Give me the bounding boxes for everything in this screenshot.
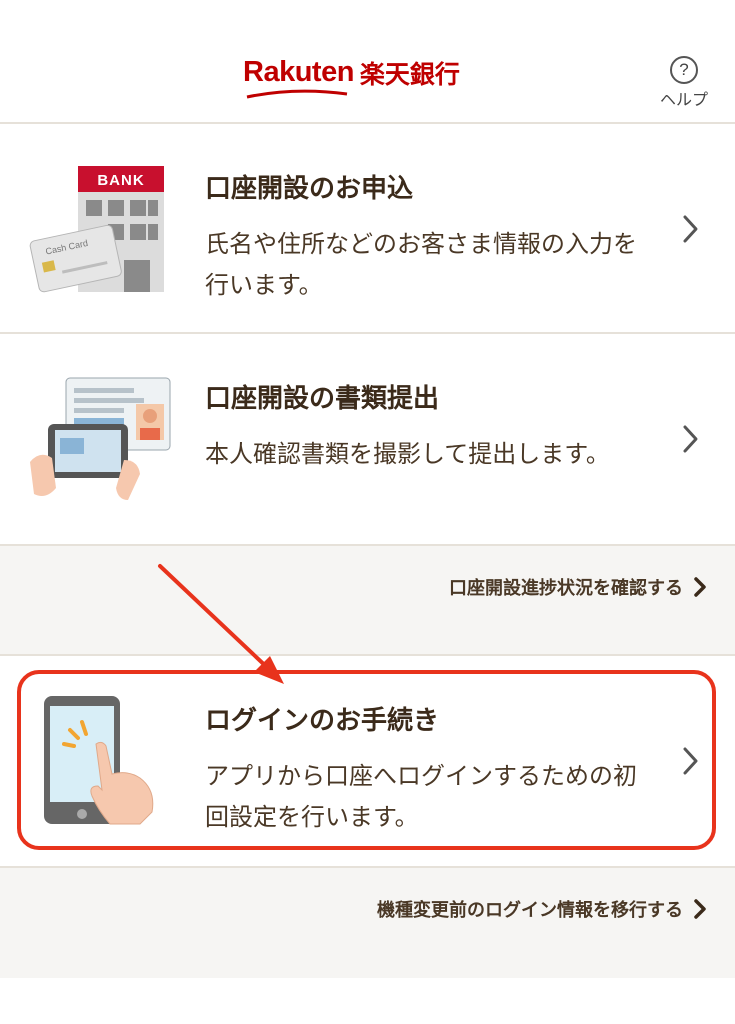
progress-status-link[interactable]: 口座開設進捗状況を確認する: [449, 574, 707, 600]
progress-link-text: 口座開設進捗状況を確認する: [449, 578, 683, 599]
logo-bank-name: 楽天銀行: [359, 60, 460, 89]
chevron-right-icon: [683, 425, 698, 453]
help-label: ヘルプ: [659, 90, 708, 109]
help-button[interactable]: ? ヘルプ: [652, 56, 716, 110]
logo-swoosh-icon: [246, 89, 348, 99]
card-description: 本人確認書類を撮影して提出します。: [205, 440, 610, 468]
transfer-login-info-link[interactable]: 機種変更前のログイン情報を移行する: [377, 896, 707, 922]
id-card-photo-icon: [30, 377, 171, 500]
bank-building-icon: BANK Cash Card: [29, 166, 164, 293]
card-description: 氏名や住所などのお客さま情報の入力を行います。: [205, 230, 637, 299]
account-application-card[interactable]: BANK Cash Card 口座開設のお申込 氏名や住所などのお客さま情報の入…: [0, 124, 735, 334]
chevron-right-icon: [694, 577, 706, 597]
help-icon: ?: [670, 56, 698, 84]
transfer-link-text: 機種変更前のログイン情報を移行する: [377, 900, 683, 921]
logo-rakuten-text: Rakuten: [243, 56, 354, 88]
rakuten-bank-logo: Rakuten 楽天銀行: [243, 56, 460, 99]
card-title: 口座開設のお申込: [205, 174, 414, 204]
chevron-right-icon: [683, 215, 698, 243]
card-title: 口座開設の書類提出: [205, 384, 440, 414]
progress-link-band: 口座開設進捗状況を確認する: [0, 546, 735, 656]
bank-sign-text: BANK: [97, 172, 144, 189]
chevron-right-icon: [694, 899, 706, 919]
highlight-outline: [17, 670, 716, 850]
app-header: Rakuten 楽天銀行 ? ヘルプ: [0, 0, 735, 124]
transfer-link-band: 機種変更前のログイン情報を移行する: [0, 866, 735, 978]
document-submission-card[interactable]: 口座開設の書類提出 本人確認書類を撮影して提出します。: [0, 334, 735, 546]
